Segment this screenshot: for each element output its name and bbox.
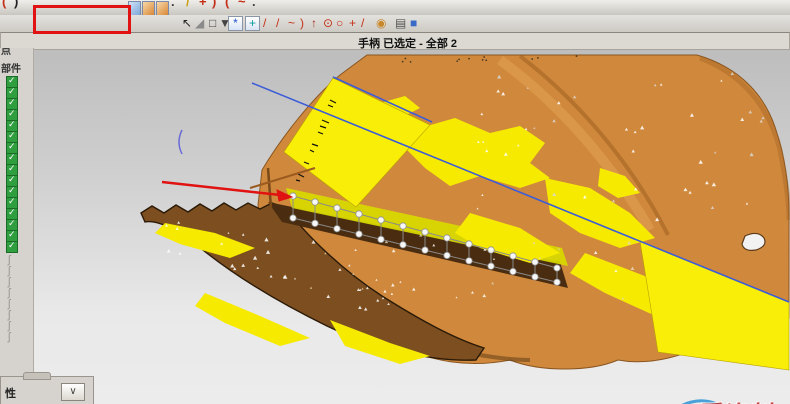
spline-pole-icon[interactable]: ) xyxy=(300,16,304,30)
surface-tool-icon-2[interactable] xyxy=(142,1,155,16)
curve-stub-icon[interactable]: ( xyxy=(2,0,6,9)
selection-status-text: 手柄 已选定 - 全部 2 xyxy=(358,35,457,51)
control-point[interactable] xyxy=(532,274,538,280)
smooth-curve-icon[interactable]: . xyxy=(252,0,256,9)
control-point[interactable] xyxy=(444,235,450,241)
control-point[interactable] xyxy=(290,193,296,199)
circle-icon[interactable]: ○ xyxy=(336,16,343,30)
control-point[interactable] xyxy=(488,263,494,269)
control-point[interactable] xyxy=(466,258,472,264)
control-point[interactable] xyxy=(488,247,494,253)
control-point[interactable] xyxy=(444,252,450,258)
plus-point-icon[interactable]: + xyxy=(349,16,356,30)
control-point[interactable] xyxy=(554,265,560,271)
panel-label: 性 xyxy=(5,385,16,401)
spline-edit-icon[interactable]: / xyxy=(186,0,190,9)
control-point[interactable] xyxy=(312,220,318,226)
control-point[interactable] xyxy=(400,242,406,248)
point-constructor-icon[interactable]: + xyxy=(245,16,260,31)
navigator-curve-item[interactable]: ʃ xyxy=(8,331,10,343)
bend-curve-icon[interactable]: ) xyxy=(212,0,216,9)
arrow-up-icon[interactable]: ↑ xyxy=(311,16,317,30)
navigator-tab-label-2: 部件 xyxy=(1,60,21,75)
part-navigator-strip[interactable]: 点 部件 ʃʃʃʃʃʃʃʃ xyxy=(0,48,34,376)
control-point[interactable] xyxy=(466,241,472,247)
surface-tool-icon-3[interactable] xyxy=(156,1,169,16)
mesh-hole xyxy=(742,233,765,250)
viewport-3d[interactable] xyxy=(0,48,790,404)
selection-scope-icon[interactable]: ◢ xyxy=(195,16,204,30)
panel-grip[interactable] xyxy=(23,372,51,380)
hidden-blue-arc xyxy=(179,130,182,154)
control-point[interactable] xyxy=(532,259,538,265)
control-point[interactable] xyxy=(378,236,384,242)
snap-point-toggle-icon[interactable]: * xyxy=(228,16,243,31)
navigator-tab-label: 点 xyxy=(1,48,11,57)
panel-collapse-button[interactable]: ∨ xyxy=(61,383,85,401)
control-point[interactable] xyxy=(510,253,516,259)
control-point[interactable] xyxy=(400,223,406,229)
cube-icon[interactable]: ■ xyxy=(410,16,417,30)
control-point[interactable] xyxy=(290,215,296,221)
arc-edit-icon[interactable]: ~ xyxy=(238,0,246,9)
annotation-rect xyxy=(33,5,131,34)
control-point[interactable] xyxy=(422,229,428,235)
rect-select-icon[interactable]: □ xyxy=(209,16,216,30)
control-point[interactable] xyxy=(378,217,384,223)
clipboard-icon[interactable]: ▤ xyxy=(395,16,406,30)
sphere-icon[interactable]: ◉ xyxy=(376,16,386,30)
watermark: 头条 XS 看资料网 ZL.XS1616.COM xyxy=(626,398,790,404)
navigator-check-item[interactable] xyxy=(6,241,18,253)
control-point[interactable] xyxy=(554,279,560,285)
curve-stub-icon-2[interactable]: ) xyxy=(14,0,18,9)
control-point[interactable] xyxy=(356,231,362,237)
control-point[interactable] xyxy=(356,211,362,217)
control-point-icon[interactable]: ~ xyxy=(288,16,295,30)
mid-point-icon[interactable]: / xyxy=(276,16,279,30)
control-point[interactable] xyxy=(334,226,340,232)
slash-icon[interactable]: / xyxy=(361,16,364,30)
control-point[interactable] xyxy=(334,205,340,211)
toolbar-overflow-dot[interactable]: . xyxy=(171,0,175,9)
nx-application-window: ( ) . / + ) ( ~ . ↖◢□▼*+//~)↑⊙○+/◉▤■ 手柄 … xyxy=(0,0,790,404)
bottom-left-panel: 性 ∨ xyxy=(0,376,94,404)
add-pole-icon[interactable]: + xyxy=(199,0,207,9)
end-point-icon[interactable]: / xyxy=(263,16,266,30)
trim-curve-icon[interactable]: ( xyxy=(225,0,229,9)
arc-center-icon[interactable]: ⊙ xyxy=(323,16,333,30)
control-point[interactable] xyxy=(422,247,428,253)
graphics-window[interactable]: 头条 XS 看资料网 ZL.XS1616.COM xyxy=(0,48,790,404)
status-bar: 手柄 已选定 - 全部 2 xyxy=(0,32,790,50)
control-point[interactable] xyxy=(510,268,516,274)
select-arrow-icon[interactable]: ↖ xyxy=(182,16,192,30)
control-point[interactable] xyxy=(312,199,318,205)
